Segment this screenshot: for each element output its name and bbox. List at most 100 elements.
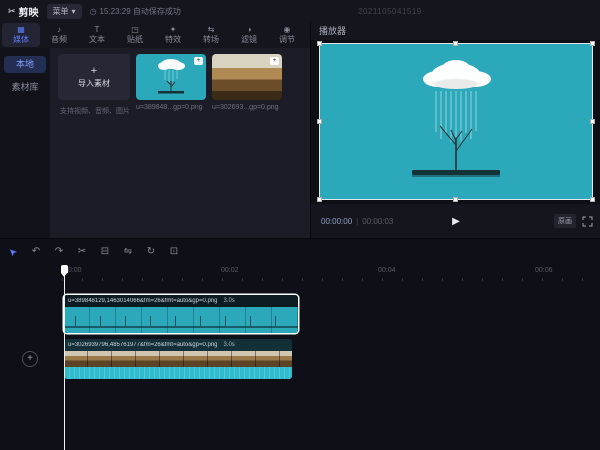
playhead[interactable] [64, 265, 65, 450]
clip-duration: 3.0s [223, 342, 234, 348]
crop-icon: ⊡ [170, 246, 178, 257]
fullscreen-icon[interactable] [582, 216, 593, 227]
chevron-down-icon: ▾ [72, 7, 76, 16]
select-tool-button[interactable]: ➤ [6, 244, 20, 258]
timeline-ruler[interactable]: 00:00 00:02 00:04 00:06 [62, 267, 600, 281]
delete-button[interactable]: ⊟ [98, 244, 112, 258]
tab-text[interactable]: T 文本 [78, 23, 116, 47]
clip-filmstrip [64, 351, 292, 367]
player-stage [311, 40, 600, 204]
video-editor-app: ✂ 剪映 菜单 ▾ ◷ 15:23:29 自动保存成功 202110504151… [0, 0, 600, 450]
selection-handle[interactable] [590, 197, 595, 202]
split-button[interactable]: ✂ [75, 244, 89, 258]
media-thumbnail[interactable]: + [136, 54, 206, 100]
effects-icon: ✦ [170, 25, 177, 35]
selection-handle[interactable] [453, 41, 458, 46]
scissors-icon: ✂ [8, 6, 16, 17]
transition-icon: ⇆ [208, 25, 215, 35]
tab-label: 调节 [279, 35, 295, 45]
crop-button[interactable]: ⊡ [167, 244, 181, 258]
mirror-button[interactable]: ⇋ [121, 244, 135, 258]
autosave-status: ◷ 15:23:29 自动保存成功 [90, 6, 181, 17]
app-logo: ✂ 剪映 [8, 4, 39, 19]
sidebar-item-material-library[interactable]: 素材库 [4, 79, 46, 96]
redo-button[interactable]: ↷ [52, 244, 66, 258]
media-tab-bar: ▦ 媒体 ♪ 音频 T 文本 ◳ 贴纸 ✦ 特效 ⇆ 转场 ◑ 滤镜 ◉ 调节 [0, 22, 310, 48]
app-title: 剪映 [19, 4, 39, 19]
tab-sticker[interactable]: ◳ 贴纸 [116, 23, 154, 47]
media-panel: + 导入素材 支持视频、音频、图片 [50, 48, 310, 238]
selection-handle[interactable] [317, 119, 322, 124]
selection-handle[interactable] [317, 41, 322, 46]
ruler-label: 00:02 [221, 267, 239, 274]
timeline-clip-1[interactable]: u=389848129,1463014066&fm=26&fmt=auto&gp… [64, 295, 298, 333]
top-bar: ✂ 剪映 菜单 ▾ ◷ 15:23:29 自动保存成功 202110504151… [0, 0, 600, 22]
media-icon: ▦ [17, 25, 25, 35]
sidebar-item-local[interactable]: 本地 [4, 56, 46, 73]
clip-filename: u=3026939796,485761977&fm=26&fmt=auto&gp… [68, 342, 217, 348]
undo-button[interactable]: ↶ [29, 244, 43, 258]
time-separator: | [356, 217, 358, 226]
add-to-track-icon[interactable]: + [194, 57, 203, 65]
tab-label: 滤镜 [241, 35, 257, 45]
selection-handle[interactable] [590, 41, 595, 46]
player-controls: 00:00:00 | 00:00:03 ▶ 原画 [311, 204, 600, 238]
mirror-icon: ⇋ [124, 246, 132, 257]
timeline-clip-2[interactable]: u=3026939796,485761977&fm=26&fmt=auto&gp… [64, 339, 292, 379]
menu-label: 菜单 [53, 6, 69, 17]
rotate-button[interactable]: ↻ [144, 244, 158, 258]
import-label: 导入素材 [78, 78, 110, 89]
redo-icon: ↷ [55, 246, 63, 257]
clip-filmstrip [64, 307, 298, 333]
text-icon: T [95, 25, 100, 35]
media-item-card: + u=302693...gp=0.png [212, 54, 282, 111]
delete-icon: ⊟ [101, 246, 109, 257]
media-item-card: + u=389848...gp=0.png [136, 54, 206, 111]
add-track-button[interactable]: + [22, 351, 38, 367]
tab-audio[interactable]: ♪ 音频 [40, 23, 78, 47]
quality-button[interactable]: 原画 [554, 214, 576, 228]
import-material-button[interactable]: + 导入素材 [58, 54, 130, 100]
split-icon: ✂ [78, 246, 86, 257]
ruler-label: 00:06 [535, 267, 553, 274]
add-to-track-icon[interactable]: + [270, 57, 279, 65]
clip-header: u=389848129,1463014066&fm=26&fmt=auto&gp… [64, 295, 298, 307]
plus-icon: + [91, 66, 97, 76]
ruler-label: 00:04 [378, 267, 396, 274]
tab-effects[interactable]: ✦ 特效 [154, 23, 192, 47]
media-thumbnail[interactable]: + [212, 54, 282, 100]
rotate-icon: ↻ [147, 246, 155, 257]
tab-label: 媒体 [13, 35, 29, 45]
clip-header: u=3026939796,485761977&fm=26&fmt=auto&gp… [64, 339, 292, 351]
clip-filename: u=389848129,1463014066&fm=26&fmt=auto&gp… [68, 298, 217, 304]
player-panel: 播放器 [310, 22, 600, 238]
tab-transition[interactable]: ⇆ 转场 [192, 23, 230, 47]
total-duration: 00:00:03 [362, 217, 393, 226]
clip-duration: 3.0s [223, 298, 234, 304]
tab-adjust[interactable]: ◉ 调节 [268, 23, 306, 47]
selection-handle[interactable] [317, 197, 322, 202]
tab-label: 文本 [89, 35, 105, 45]
audio-icon: ♪ [57, 25, 61, 35]
tab-filter[interactable]: ◑ 滤镜 [230, 23, 268, 47]
autosave-text: 15:23:29 自动保存成功 [100, 6, 181, 17]
cursor-icon: ➤ [6, 244, 20, 258]
video-preview[interactable] [320, 44, 592, 199]
play-button[interactable]: ▶ [452, 216, 460, 227]
selection-handle[interactable] [590, 119, 595, 124]
tab-media[interactable]: ▦ 媒体 [2, 23, 40, 47]
media-item-filename: u=389848...gp=0.png [136, 104, 206, 111]
selection-handle[interactable] [453, 197, 458, 202]
filter-icon: ◑ [247, 25, 252, 35]
project-id: 2021105041519 [358, 7, 422, 16]
menu-button[interactable]: 菜单 ▾ [47, 4, 82, 19]
adjust-icon: ◉ [284, 25, 291, 35]
undo-icon: ↶ [32, 246, 40, 257]
playhead-handle[interactable] [61, 265, 68, 273]
tab-label: 贴纸 [127, 35, 143, 45]
player-right-controls: 原画 [554, 214, 593, 228]
tab-label: 特效 [165, 35, 181, 45]
sticker-icon: ◳ [131, 25, 139, 35]
timecode: 00:00:00 | 00:00:03 [321, 217, 393, 226]
clock-icon: ◷ [90, 7, 97, 16]
